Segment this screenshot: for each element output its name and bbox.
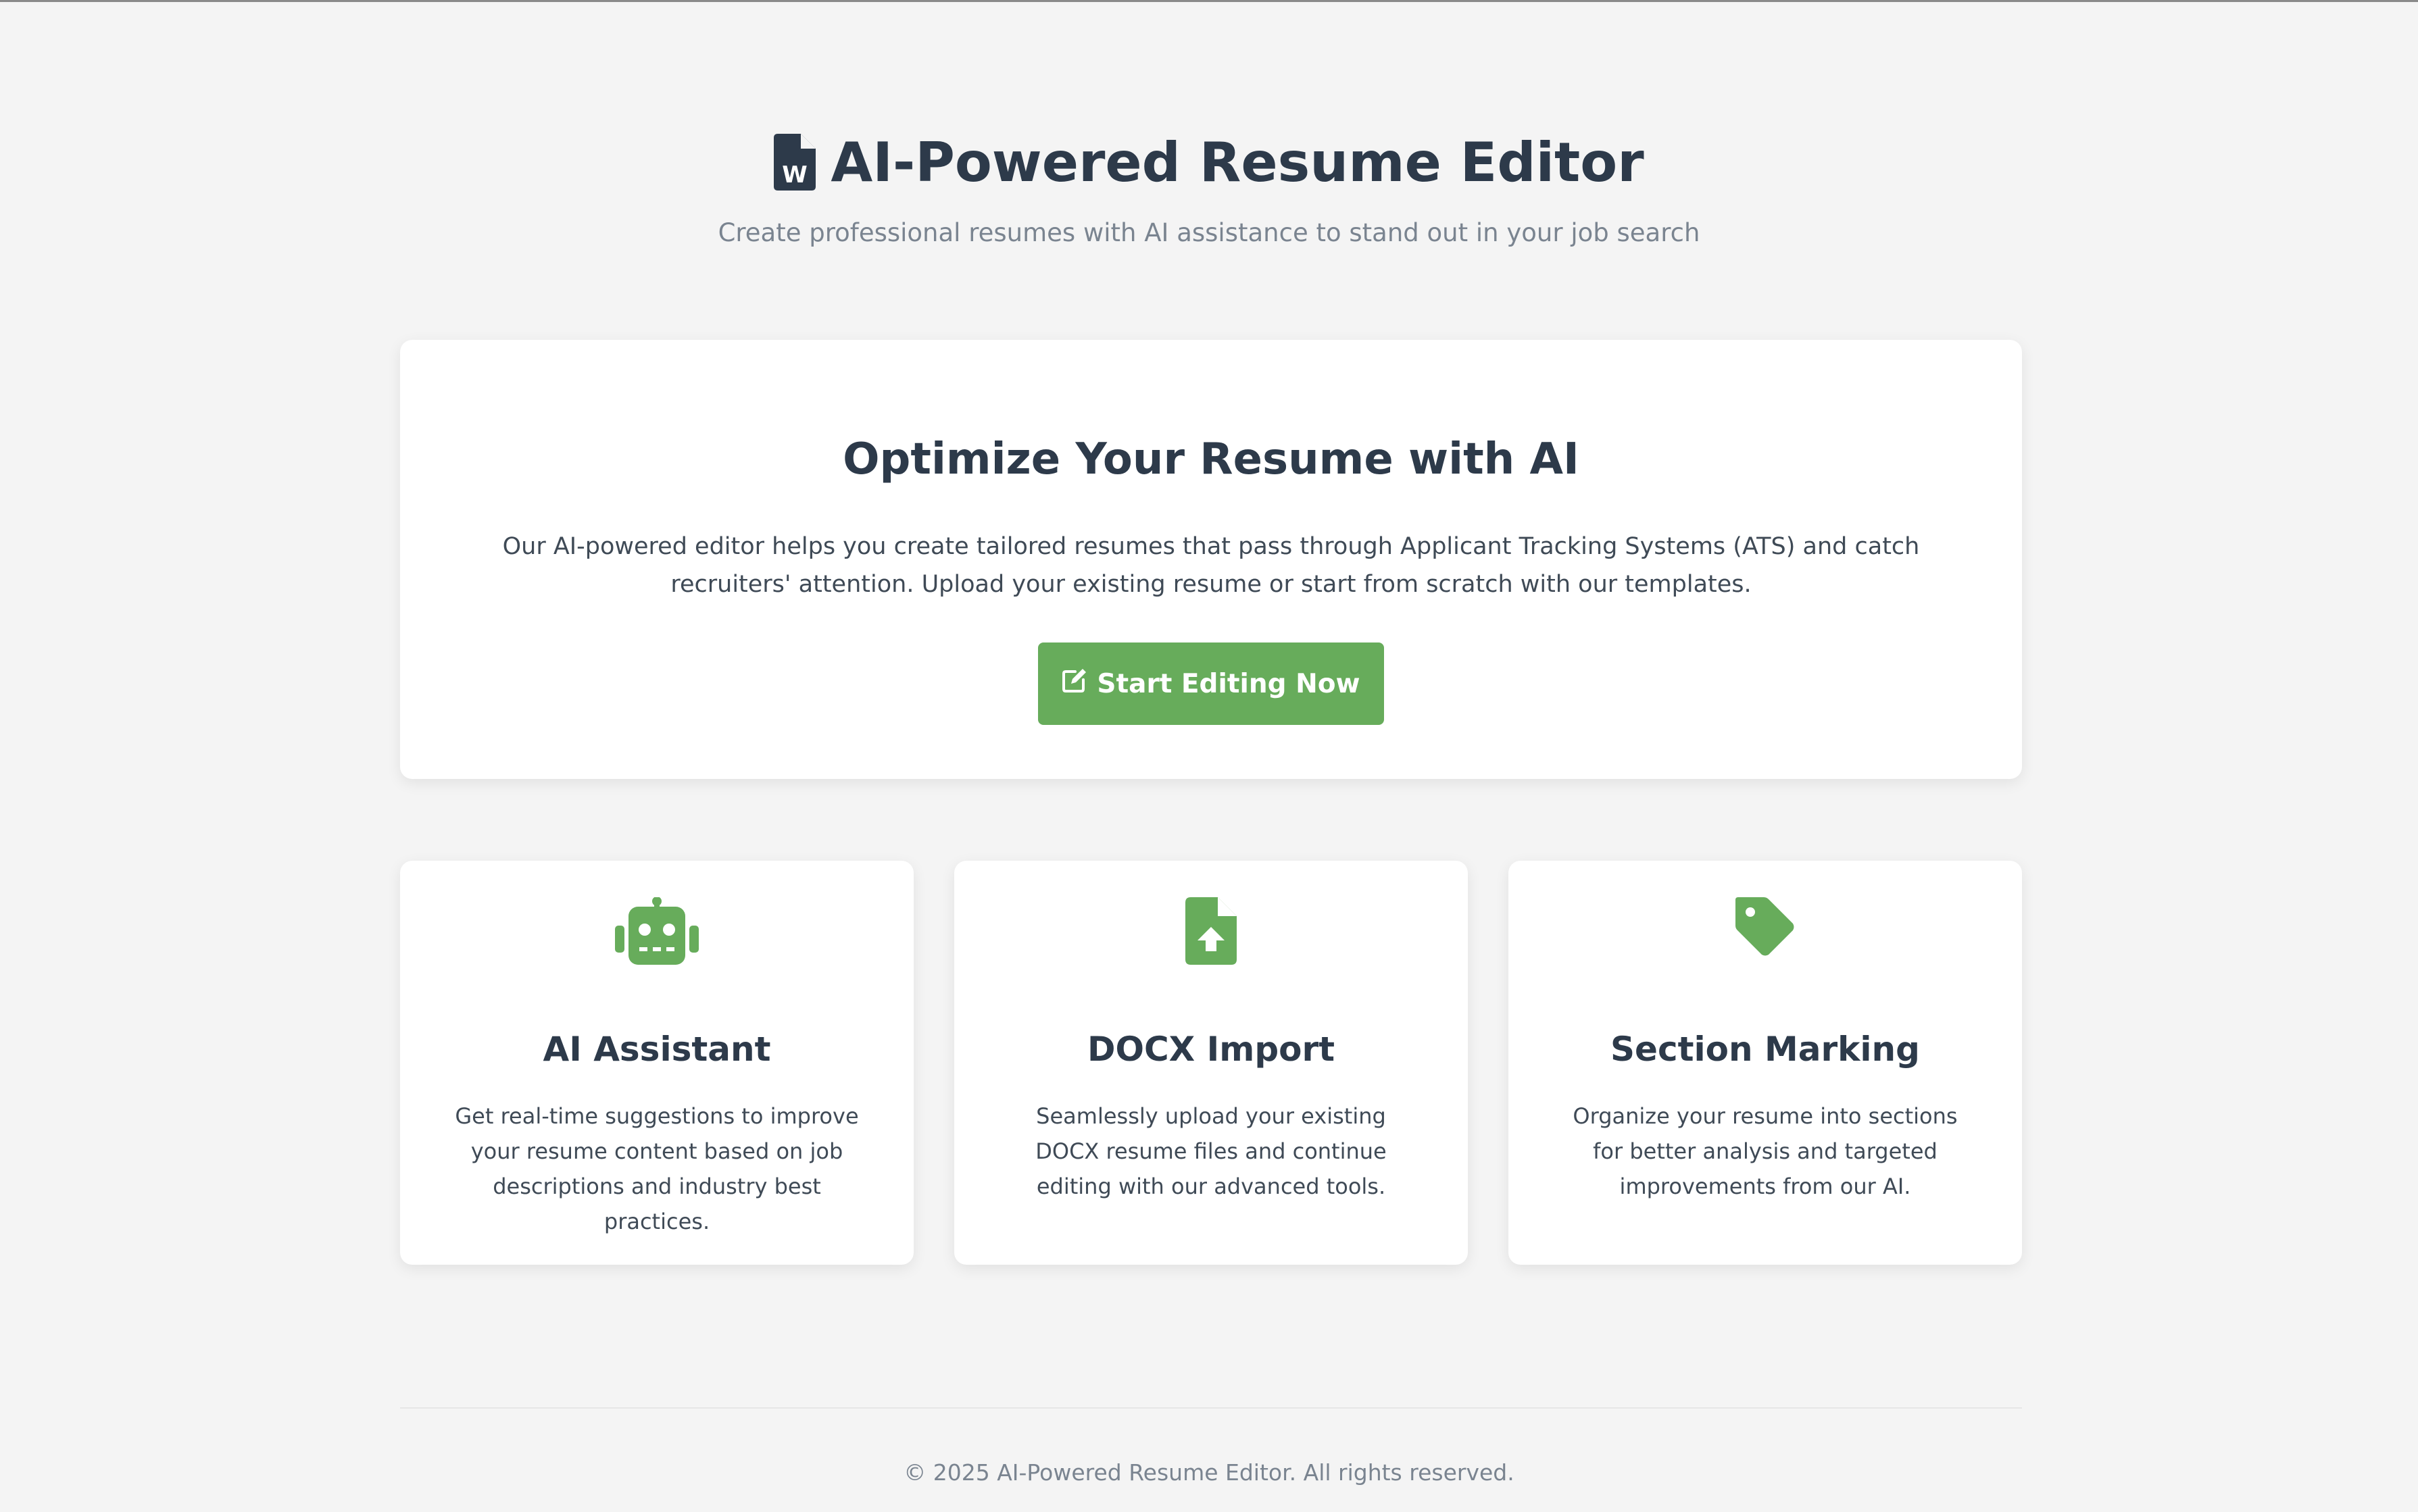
page-header: W AI-Powered Resume Editor Create profes… [0, 125, 2418, 248]
feature-title: DOCX Import [1087, 1030, 1335, 1069]
page: W AI-Powered Resume Editor Create profes… [0, 0, 2418, 1512]
footer-divider [400, 1407, 2022, 1409]
title-row: W AI-Powered Resume Editor [0, 125, 2418, 199]
page-subtitle: Create professional resumes with AI assi… [718, 218, 1700, 247]
page-title: AI-Powered Resume Editor [831, 130, 1644, 194]
tag-icon [1735, 897, 1795, 959]
robot-icon [615, 897, 699, 967]
feature-description: Get real-time suggestions to improve you… [455, 1103, 859, 1234]
start-editing-label: Start Editing Now [1097, 668, 1360, 699]
feature-title: Section Marking [1610, 1030, 1920, 1069]
hero-card: Optimize Your Resume with AI Our AI-powe… [400, 340, 2022, 779]
top-border [0, 0, 2418, 2]
hero-description: Our AI-powered editor helps you create t… [502, 533, 1920, 598]
start-editing-button[interactable]: Start Editing Now [1038, 642, 1384, 725]
svg-text:W: W [783, 161, 808, 188]
word-document-icon: W [774, 134, 816, 191]
file-upload-icon [1185, 897, 1237, 967]
feature-card-ai-assistant: AI Assistant Get real-time suggestions t… [400, 861, 914, 1265]
footer-copyright: © 2025 AI-Powered Resume Editor. All rig… [904, 1459, 1514, 1486]
feature-description: Seamlessly upload your existing DOCX res… [1035, 1103, 1387, 1199]
feature-description: Organize your resume into sections for b… [1573, 1103, 1958, 1199]
edit-icon [1062, 667, 1087, 700]
feature-card-section-marking: Section Marking Organize your resume int… [1508, 861, 2022, 1265]
hero-heading: Optimize Your Resume with AI [843, 434, 1579, 484]
feature-title: AI Assistant [543, 1030, 771, 1069]
feature-card-docx-import: DOCX Import Seamlessly upload your exist… [954, 861, 1468, 1265]
